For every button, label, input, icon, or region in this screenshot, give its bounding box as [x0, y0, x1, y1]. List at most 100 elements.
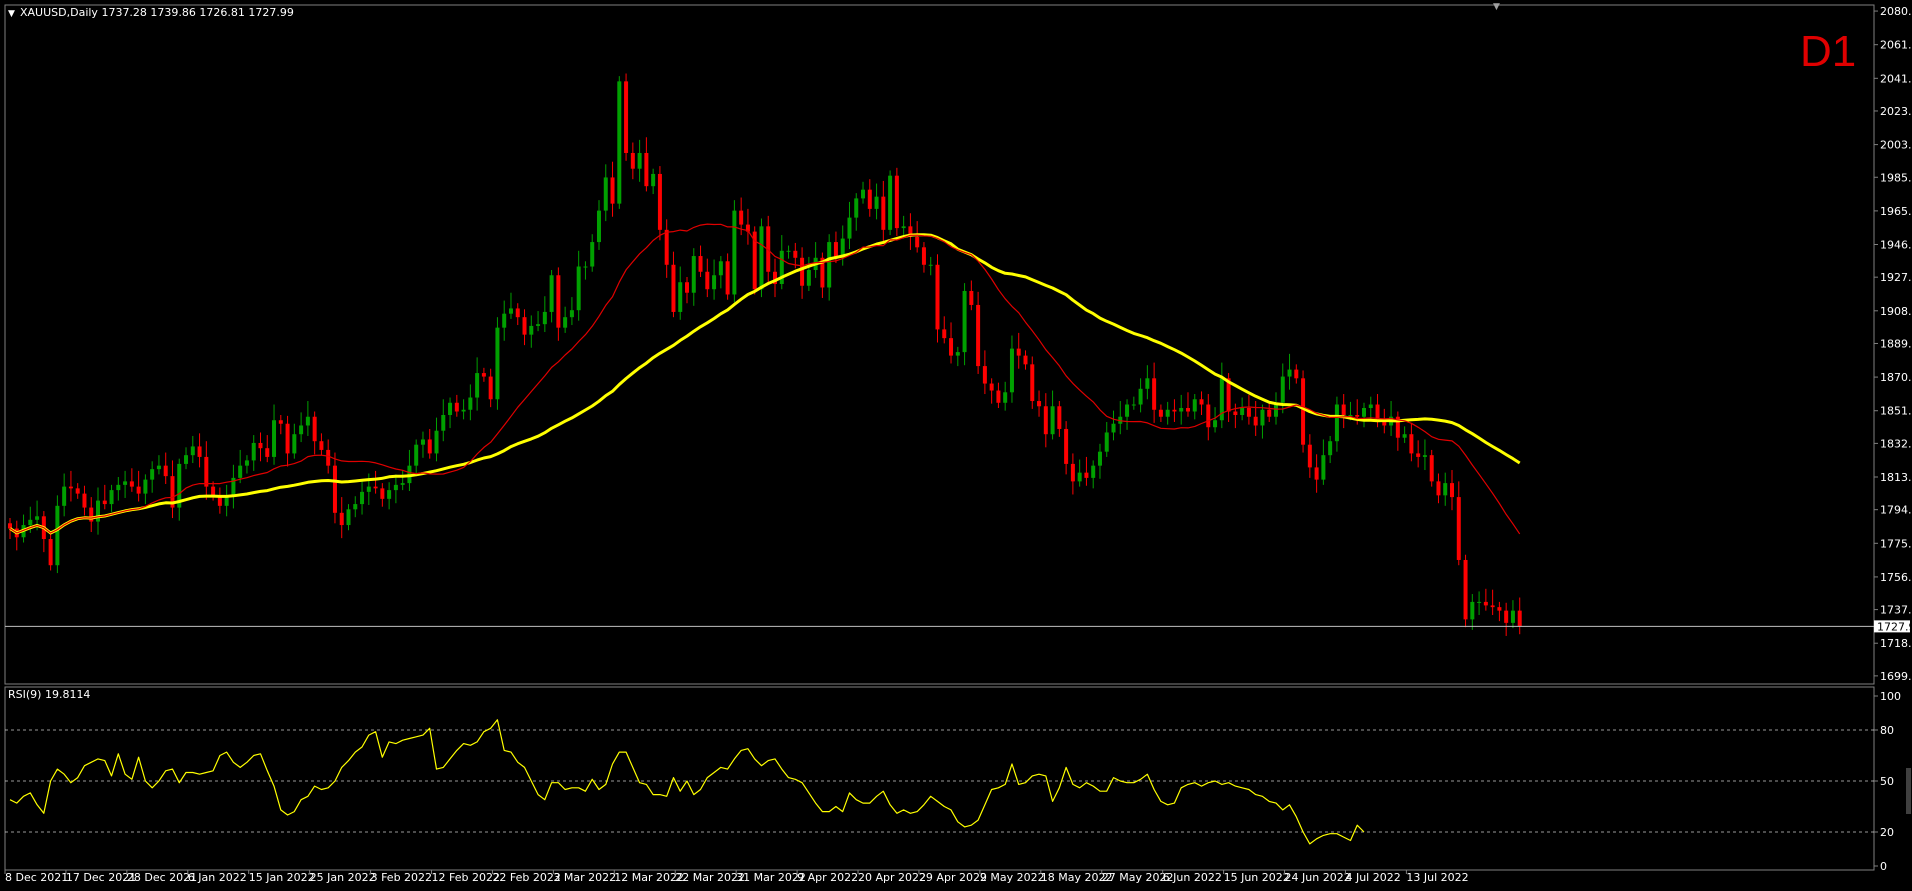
price-tick-label: 2041.75 — [1880, 72, 1912, 85]
timeframe-label: D1 — [1800, 27, 1856, 76]
candle-body — [1138, 388, 1143, 405]
candle-body — [793, 250, 798, 258]
candle-body — [1510, 610, 1515, 623]
candle-body — [901, 226, 906, 229]
candle-body — [488, 376, 493, 400]
candle-body — [251, 442, 256, 461]
time-tick-label: 9 Apr 2022 — [797, 871, 858, 884]
candle-body — [536, 324, 541, 326]
candle-body — [1030, 364, 1035, 402]
price-tick-label: 1908.65 — [1880, 305, 1912, 318]
candle-body — [1348, 414, 1353, 416]
candle-body — [1280, 376, 1285, 403]
candle-body — [28, 519, 33, 526]
price-tick-label: 1832.75 — [1880, 437, 1912, 450]
price-tick-label: 1737.60 — [1880, 604, 1912, 617]
candle-body — [739, 210, 744, 225]
chart-canvas: 2080.25 2061.00 2041.75 2023.05 2003.80 1985.… — [4, 2, 1912, 884]
candle-body — [1483, 601, 1488, 606]
candle-body — [475, 373, 480, 398]
candle-body — [1165, 409, 1170, 417]
candle-body — [502, 313, 507, 328]
price-tick-label: 2023.05 — [1880, 105, 1912, 118]
candle-body — [949, 338, 954, 356]
rsi-axis: 100 80 50 20 0 — [5, 690, 1901, 873]
candle-body — [1470, 601, 1475, 620]
candle-body — [874, 196, 879, 209]
candle-body — [1179, 408, 1184, 412]
price-tick-label: 1985.10 — [1880, 171, 1912, 184]
candle-body — [1477, 601, 1482, 603]
candle-body — [1253, 416, 1258, 426]
candle-body — [603, 177, 608, 211]
candle-body — [1057, 406, 1062, 429]
candle-body — [373, 486, 378, 489]
candle-body — [718, 261, 723, 276]
candle-body — [1382, 421, 1387, 426]
moving-average-slow-line — [9, 233, 1521, 535]
candle-body — [867, 189, 872, 209]
price-panel-frame — [4, 4, 1875, 685]
time-tick-label: 28 Dec 2021 — [127, 871, 197, 884]
candle-body — [698, 256, 703, 272]
candle-body — [48, 539, 53, 566]
candle-body — [712, 275, 717, 290]
candle-body — [624, 81, 629, 153]
candle-body — [1260, 409, 1265, 426]
price-tick-label: 1851.45 — [1880, 405, 1912, 418]
candle-body — [1341, 404, 1346, 415]
candle-body — [68, 486, 73, 489]
scroll-handle[interactable] — [1906, 768, 1911, 814]
candle-body — [1267, 409, 1272, 417]
candle-body — [542, 311, 547, 325]
candle-body — [1429, 455, 1434, 482]
candle-body — [637, 152, 642, 169]
candle-body — [481, 373, 486, 377]
price-tick-label: 1965.85 — [1880, 205, 1912, 218]
candle-body — [414, 444, 419, 466]
rsi-panel-frame — [4, 686, 1875, 871]
candle-body — [861, 189, 866, 199]
current-price-label: 1727.99 — [1877, 620, 1912, 633]
candle-body — [244, 460, 249, 466]
candle-body — [1125, 404, 1130, 417]
symbol-header: XAUUSD,Daily 1737.28 1739.86 1726.81 172… — [20, 6, 294, 19]
price-tick-label: 1870.70 — [1880, 371, 1912, 384]
candle-body — [955, 352, 960, 356]
candle-body — [1023, 355, 1028, 365]
time-tick-label: 3 Mar 2022 — [553, 871, 616, 884]
candle-body — [833, 242, 838, 258]
candle-body — [129, 481, 134, 487]
candle-body — [1436, 481, 1441, 496]
price-tick-label: 2003.80 — [1880, 139, 1912, 152]
candle-body — [366, 486, 371, 492]
candle-body — [1463, 559, 1468, 620]
rsi-tick-label: 100 — [1880, 690, 1901, 703]
candle-body — [1016, 348, 1021, 356]
candle-body — [1334, 404, 1339, 442]
time-tick-label: 17 Dec 2021 — [66, 871, 136, 884]
candle-body — [265, 448, 270, 457]
candle-body — [976, 304, 981, 367]
candle-body — [75, 488, 80, 494]
candle-body — [272, 420, 277, 457]
candle-body — [319, 441, 324, 450]
candle-body — [1206, 404, 1211, 428]
candle-body — [1199, 399, 1204, 405]
price-tick-label: 2061.00 — [1880, 39, 1912, 52]
collapse-arrow-icon[interactable]: ▼ — [8, 9, 15, 19]
candle-body — [143, 479, 148, 494]
time-tick-label: 15 Jun 2022 — [1224, 871, 1290, 884]
price-tick-label: 1946.60 — [1880, 239, 1912, 252]
candle-body — [847, 217, 852, 239]
candle-body — [1422, 455, 1427, 457]
chart-shift-marker-icon[interactable]: ▼ — [1493, 2, 1500, 12]
candle-body — [1307, 444, 1312, 468]
candle-body — [644, 152, 649, 187]
candle-body — [549, 275, 554, 312]
candle-body — [556, 275, 561, 328]
time-tick-label: 13 Jul 2022 — [1406, 871, 1468, 884]
moving-average-fast-line — [9, 223, 1521, 535]
candle-body — [1456, 497, 1461, 560]
candle-body — [1246, 408, 1251, 417]
